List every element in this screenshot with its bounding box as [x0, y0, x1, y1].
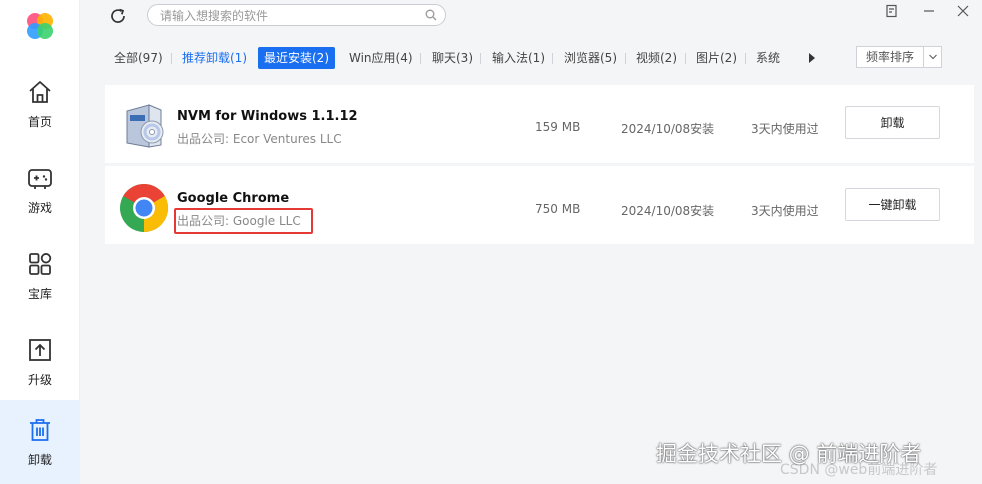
top-bar	[80, 0, 982, 32]
tab-divider	[552, 53, 553, 64]
watermark-juejin: 掘金技术社区 @ 前端进阶者	[656, 442, 922, 466]
minimize-icon[interactable]	[922, 4, 936, 18]
app-install-date: 2024/10/08安装	[621, 204, 715, 218]
sidebar-item-label: 首页	[27, 114, 52, 129]
sidebar-item-uninstall[interactable]: 卸载	[0, 400, 80, 484]
close-icon[interactable]	[956, 4, 970, 18]
software-box-icon	[126, 104, 164, 148]
tab-recently-installed[interactable]: 最近安装(2)	[258, 47, 335, 69]
category-tabs: 全部(97) 推荐卸载(1) 最近安装(2) Win应用(4) 聊天(3) 输入…	[80, 44, 982, 70]
tab-video[interactable]: 视频(2)	[630, 47, 683, 69]
sidebar-item-label: 游戏	[27, 200, 52, 215]
apps-grid-icon	[29, 252, 52, 275]
app-usage: 3天内使用过	[751, 122, 819, 136]
app-install-date: 2024/10/08安装	[621, 122, 715, 136]
tab-system[interactable]: 系统	[750, 47, 786, 69]
sort-dropdown-label: 频率排序	[865, 50, 914, 64]
upgrade-icon	[29, 338, 51, 361]
app-publisher: 出品公司: Ecor Ventures LLC	[177, 132, 342, 146]
pin-window-icon[interactable]	[885, 4, 899, 18]
app-list-item: Google Chrome 出品公司: Google LLC 750 MB 20…	[105, 166, 974, 244]
app-usage: 3天内使用过	[751, 204, 819, 218]
app-list-item: NVM for Windows 1.1.12 出品公司: Ecor Ventur…	[105, 85, 974, 163]
sidebar-item-label: 卸载	[27, 452, 52, 467]
sidebar: 首页 游戏 宝库 升级 卸载	[0, 0, 80, 484]
app-size: 750 MB	[535, 202, 581, 216]
chevron-down-icon	[929, 54, 937, 60]
tab-browser[interactable]: 浏览器(5)	[558, 47, 623, 69]
tab-images[interactable]: 图片(2)	[690, 47, 743, 69]
publisher-highlight-box	[174, 208, 313, 234]
tab-divider	[171, 53, 172, 64]
tab-chat[interactable]: 聊天(3)	[426, 47, 479, 69]
sort-dropdown-divider	[923, 47, 924, 67]
one-click-uninstall-button[interactable]: 一键卸载	[845, 188, 940, 221]
sort-dropdown[interactable]: 频率排序	[856, 46, 942, 68]
tabs-next-arrow-icon[interactable]	[808, 53, 816, 63]
uninstall-button[interactable]: 卸载	[845, 106, 940, 139]
gamepad-icon	[28, 168, 52, 189]
refresh-icon[interactable]	[108, 6, 128, 26]
tab-divider	[480, 53, 481, 64]
search-input[interactable]	[148, 6, 408, 26]
search-icon[interactable]	[425, 9, 437, 21]
app-logo-icon	[27, 13, 53, 39]
sidebar-item-label: 宝库	[27, 286, 52, 301]
tab-recommended-uninstall[interactable]: 推荐卸载(1)	[176, 47, 253, 69]
tab-divider	[625, 53, 626, 64]
tab-input-method[interactable]: 输入法(1)	[486, 47, 551, 69]
tab-divider	[685, 53, 686, 64]
chrome-icon	[120, 183, 169, 232]
app-name: NVM for Windows 1.1.12	[177, 109, 358, 124]
trash-icon	[30, 418, 50, 441]
sidebar-item-label: 升级	[27, 372, 52, 387]
sidebar-item-upgrade[interactable]: 升级	[0, 320, 80, 404]
app-size: 159 MB	[535, 120, 581, 134]
tab-all[interactable]: 全部(97)	[108, 47, 169, 69]
sidebar-item-treasury[interactable]: 宝库	[0, 234, 80, 318]
app-name: Google Chrome	[177, 191, 290, 206]
search-box	[147, 4, 446, 26]
tab-win-apps[interactable]: Win应用(4)	[343, 47, 419, 69]
sidebar-item-games[interactable]: 游戏	[0, 148, 80, 232]
sidebar-item-home[interactable]: 首页	[0, 62, 80, 146]
home-icon	[29, 80, 51, 103]
tab-divider	[420, 53, 421, 64]
tab-divider	[745, 53, 746, 64]
